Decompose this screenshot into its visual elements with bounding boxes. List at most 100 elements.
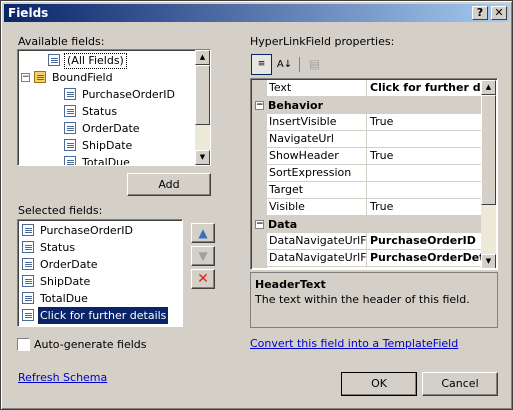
field-icon	[64, 156, 76, 165]
selected-field-label: PurchaseOrderID	[40, 224, 133, 237]
available-scrollbar[interactable]: ▲ ▼	[195, 50, 210, 165]
field-icon	[64, 105, 76, 117]
property-category[interactable]: − Data	[252, 216, 481, 233]
boundfield-icon	[34, 71, 46, 83]
auto-generate-checkbox[interactable]	[17, 338, 30, 351]
property-name: InsertVisible	[267, 114, 367, 131]
window-title: Fields	[8, 6, 49, 20]
field-icon	[22, 258, 34, 270]
selected-fields-list[interactable]: PurchaseOrderID Status OrderDate ShipDate To…	[17, 219, 183, 327]
selected-fields-label: Selected fields:	[18, 204, 103, 217]
refresh-schema-link[interactable]: Refresh Schema	[18, 371, 107, 384]
property-name: NavigateUrl	[267, 131, 367, 148]
description-text: The text within the header of this field…	[255, 293, 470, 306]
fields-dialog: Fields ? ✕ Available fields: (All Fields…	[0, 0, 513, 410]
add-button[interactable]: Add	[127, 173, 211, 196]
arrow-down-icon: ▼	[198, 249, 208, 263]
property-description-pane: HeaderText The text within the header of…	[250, 272, 498, 328]
field-icon	[22, 275, 34, 287]
field-icon	[48, 54, 60, 66]
property-pages-icon[interactable]: ▤	[305, 55, 324, 74]
description-title: HeaderText	[255, 278, 326, 291]
tree-item-label: BoundField	[52, 71, 113, 84]
field-icon	[64, 122, 76, 134]
close-button[interactable]: ✕	[491, 6, 507, 20]
auto-generate-label: Auto-generate fields	[34, 338, 147, 351]
field-icon	[22, 224, 34, 236]
categorized-icon[interactable]: ≡	[251, 54, 272, 75]
property-row[interactable]: InsertVisible True	[252, 114, 481, 131]
property-name: DataNavigateUrlForr	[267, 250, 367, 267]
property-name: Visible	[267, 199, 367, 216]
help-button[interactable]: ?	[472, 6, 488, 20]
property-value[interactable]: Click for further deta	[368, 80, 481, 97]
property-scrollbar[interactable]: ▲ ▼	[481, 80, 496, 268]
alphabetical-icon[interactable]: A↓	[274, 54, 295, 75]
property-value[interactable]	[368, 165, 481, 182]
ok-button[interactable]: OK	[341, 372, 417, 396]
tree-item-label: Status	[82, 105, 118, 118]
property-name: ShowHeader	[267, 148, 367, 165]
title-bar: Fields	[4, 4, 509, 22]
prop-scroll-thumb[interactable]	[481, 95, 496, 205]
property-category[interactable]: − Behavior	[252, 97, 481, 114]
properties-label: HyperLinkField properties:	[250, 35, 395, 48]
property-row[interactable]: DataNavigateUrlForrPurchaseOrderDeta	[252, 250, 481, 267]
prop-scroll-up[interactable]: ▲	[481, 80, 496, 95]
selected-field-label: TotalDue	[40, 292, 88, 305]
selected-field-label: OrderDate	[40, 258, 98, 271]
selected-field-label: ShipDate	[40, 275, 91, 288]
property-row[interactable]: TextClick for further deta	[252, 80, 481, 97]
selected-field-label: Click for further details	[38, 307, 169, 324]
selected-field-label: Status	[40, 241, 76, 254]
delete-x-icon: ✕	[197, 271, 209, 287]
collapse-icon[interactable]: −	[21, 73, 30, 82]
cancel-button[interactable]: Cancel	[422, 372, 498, 396]
prop-scroll-down[interactable]: ▼	[481, 254, 496, 268]
property-name: Target	[267, 182, 367, 199]
property-value[interactable]: PurchaseOrderID	[368, 233, 481, 250]
field-icon	[22, 241, 34, 253]
property-row[interactable]: Target	[252, 182, 481, 199]
available-fields-tree[interactable]: (All Fields) − BoundField PurchaseOrderID St…	[17, 49, 211, 166]
property-value[interactable]: True	[368, 199, 481, 216]
property-value[interactable]	[368, 131, 481, 148]
property-row[interactable]: DataNavigateUrlFielPurchaseOrderID	[252, 233, 481, 250]
property-name: Text	[267, 80, 367, 97]
hyperlink-field-icon	[22, 309, 34, 321]
field-icon	[64, 88, 76, 100]
scroll-up-button[interactable]: ▲	[195, 50, 210, 65]
move-down-button[interactable]: ▼	[191, 246, 215, 266]
property-row[interactable]: SortExpression	[252, 165, 481, 182]
property-name: DataNavigateUrlFiel	[267, 233, 367, 250]
collapse-icon[interactable]: −	[255, 220, 264, 229]
property-value[interactable]: True	[368, 148, 481, 165]
arrow-up-icon: ▲	[198, 226, 208, 240]
collapse-icon[interactable]: −	[255, 101, 264, 110]
category-label: Behavior	[268, 99, 324, 112]
tree-item-label: TotalDue	[82, 156, 130, 165]
property-name: SortExpression	[267, 165, 367, 182]
properties-toolbar: ≡ A↓ ▤	[250, 53, 498, 77]
property-value[interactable]: True	[368, 114, 481, 131]
move-up-button[interactable]: ▲	[191, 223, 215, 243]
tree-item-label: PurchaseOrderID	[82, 88, 175, 101]
property-row[interactable]: ShowHeader True	[252, 148, 481, 165]
property-row[interactable]: NavigateUrl	[252, 131, 481, 148]
tree-item-label: OrderDate	[82, 122, 140, 135]
category-label: Data	[268, 218, 298, 231]
property-value[interactable]: PurchaseOrderDeta	[368, 250, 481, 267]
available-fields-label: Available fields:	[18, 35, 105, 48]
field-icon	[64, 139, 76, 151]
property-grid[interactable]: TextClick for further deta−BehaviorInser…	[250, 78, 498, 270]
property-row[interactable]: Visible True	[252, 199, 481, 216]
delete-button[interactable]: ✕	[191, 269, 215, 289]
tree-item-label: ShipDate	[82, 139, 133, 152]
field-icon	[22, 292, 34, 304]
scroll-thumb[interactable]	[195, 65, 210, 125]
property-value[interactable]	[368, 182, 481, 199]
scroll-down-button[interactable]: ▼	[195, 150, 210, 165]
toolbar-separator	[299, 57, 300, 72]
tree-item-label: (All Fields)	[64, 53, 127, 69]
convert-templatefield-link[interactable]: Convert this field into a TemplateField	[250, 337, 458, 350]
